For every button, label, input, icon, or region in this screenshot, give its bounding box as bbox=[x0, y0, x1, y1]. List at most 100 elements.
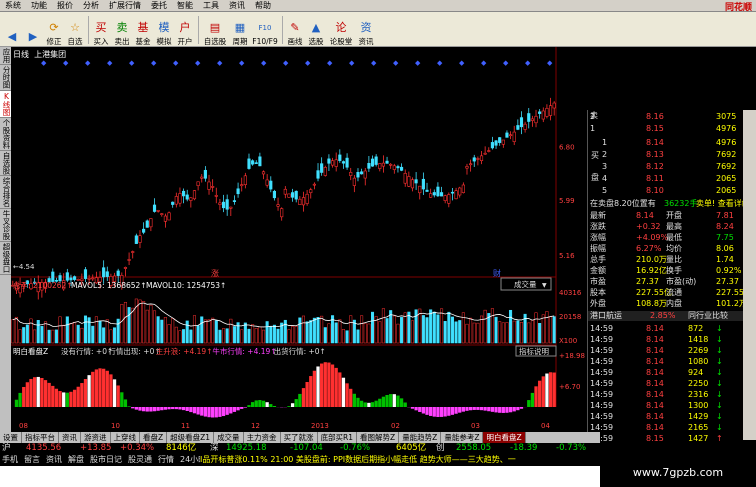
candle-body bbox=[501, 139, 505, 145]
status-item[interactable]: 解盘 bbox=[68, 454, 84, 466]
candle-body bbox=[516, 125, 520, 130]
toolbar-button-account[interactable]: 户开户 bbox=[175, 13, 195, 46]
indicator-tab[interactable]: 底部买R1 bbox=[318, 432, 358, 443]
indicator-tab[interactable]: 明白看盘Z bbox=[483, 432, 526, 443]
status-item[interactable]: 留言 bbox=[24, 454, 40, 466]
volume-bar bbox=[18, 329, 22, 344]
toolbar-button-screener[interactable]: ▲ 选股 bbox=[306, 13, 326, 46]
menu-item[interactable]: 帮助 bbox=[250, 0, 276, 11]
menu-item[interactable]: 分析 bbox=[78, 0, 104, 11]
volume-bar bbox=[247, 328, 251, 344]
news-ticker[interactable]: I品开标普涨0.11% 21:00 美股盘前: PPI数据后期指小幅走低 趋势大… bbox=[200, 454, 620, 466]
toolbar-button-watchlist[interactable]: ▤ 自选股 bbox=[201, 13, 229, 46]
sell-icon: 卖 bbox=[116, 21, 128, 34]
volume-total-label: 总手: 2100262↑ bbox=[13, 280, 73, 290]
menu-item[interactable]: 资讯 bbox=[224, 0, 250, 11]
status-item[interactable]: 资讯 bbox=[46, 454, 62, 466]
indicator-tab[interactable]: 成交量 bbox=[214, 432, 244, 443]
level-price: 8.12 bbox=[646, 162, 664, 171]
candle-body bbox=[381, 162, 385, 167]
forum-icon: 论 bbox=[335, 21, 347, 34]
left-tab[interactable]: 应用 bbox=[0, 47, 11, 65]
menu-item[interactable]: 智能 bbox=[172, 0, 198, 11]
left-tab[interactable]: 牛叉诊股 bbox=[0, 209, 11, 242]
toolbar-button-forum[interactable]: 论论股堂 bbox=[327, 13, 355, 46]
toolbar-button-star[interactable]: ☆ 自选 bbox=[65, 13, 85, 46]
indicator-tab[interactable]: 看盘Z bbox=[140, 432, 168, 443]
status-item[interactable]: 行情 bbox=[158, 454, 174, 466]
index-bar: 沪 4135.56 +13.85 +0.34% 8146亿 深 14925.18… bbox=[0, 443, 756, 454]
status-item[interactable]: 股灵通 bbox=[128, 454, 152, 466]
candle-body bbox=[396, 166, 400, 169]
trade-volume: 1080 bbox=[688, 357, 709, 366]
menu-item[interactable]: 系统 bbox=[0, 0, 26, 11]
buy-level-row: 5 8.10 2065 bbox=[588, 186, 744, 196]
volume-bar bbox=[229, 318, 233, 344]
menu-item[interactable]: 报价 bbox=[52, 0, 78, 11]
indicator-tab[interactable]: 量能趋势Z bbox=[399, 432, 442, 443]
index-cy-pct: -0.73% bbox=[556, 443, 587, 453]
stat-key: 市盈 bbox=[590, 277, 606, 286]
toolbar-button-f10[interactable]: F10 F10/F9 bbox=[251, 13, 279, 46]
left-tab[interactable]: 综合排名 bbox=[0, 176, 11, 209]
stat-key: 总手 bbox=[590, 255, 606, 264]
candle-body bbox=[494, 140, 498, 146]
indicator-tab[interactable]: 资讯 bbox=[59, 432, 81, 443]
volume-bar bbox=[465, 323, 469, 344]
volume-bar bbox=[283, 319, 287, 344]
status-item[interactable]: 股市日记 bbox=[90, 454, 122, 466]
left-tab[interactable]: K线图 bbox=[0, 90, 11, 118]
toolbar-button-refresh[interactable]: ⟳ 修正 bbox=[44, 13, 64, 46]
volume-bar bbox=[120, 304, 124, 344]
left-tab[interactable]: 超级盘口 bbox=[0, 242, 11, 275]
signal-diamond: ◆ bbox=[85, 59, 91, 67]
x-tick-label: 11 bbox=[181, 422, 190, 430]
signal-diamond: ◆ bbox=[525, 59, 531, 67]
volume-bar bbox=[440, 308, 444, 344]
side-scrollbar[interactable] bbox=[743, 110, 756, 440]
menu-item[interactable]: 工具 bbox=[198, 0, 224, 11]
indicator-tab[interactable]: 指标平台 bbox=[22, 432, 59, 443]
menu-item[interactable]: 委托 bbox=[146, 0, 172, 11]
toolbar-button-buy[interactable]: 买买入 bbox=[91, 13, 111, 46]
toolbar-button-news[interactable]: 资资讯 bbox=[356, 13, 376, 46]
candle-body bbox=[439, 192, 444, 197]
toolbar-label: 开户 bbox=[177, 37, 193, 46]
left-tab[interactable]: 个股资料 bbox=[0, 118, 11, 151]
toolbar-button-draw[interactable]: ✎ 画线 bbox=[285, 13, 305, 46]
big-order-link[interactable]: 卖单! 查看详细 bbox=[696, 199, 750, 209]
candle-body bbox=[545, 108, 549, 117]
volume-bar bbox=[414, 309, 418, 344]
left-tab[interactable]: 分时图 bbox=[0, 65, 11, 91]
signal-diamond: ◆ bbox=[151, 59, 157, 67]
price-tick-label: 5.16 bbox=[559, 252, 575, 260]
kline-chart[interactable]: ◆ ◆ ◆ ◆ ◆ ◆ ◆ ◆ ◆ ◆ ◆ ◆ ◆ ◆ ◆ ◆ ◆ ◆ ◆ ◆ ◆ ◆ ◆ ◆ 6.80 5.99 5.16 ←4.5… bbox=[11, 47, 587, 432]
indicator-tab[interactable]: 上穿线 bbox=[111, 432, 140, 443]
event-marker[interactable]: 财 bbox=[493, 268, 501, 278]
candle-body bbox=[152, 204, 157, 212]
toolbar-button-back[interactable]: ◀ bbox=[2, 13, 22, 46]
menu-item[interactable]: 功能 bbox=[26, 0, 52, 11]
toolbar-button-simulate[interactable]: 模模拟 bbox=[154, 13, 174, 46]
indicator-tab[interactable]: 看图解势Z bbox=[357, 432, 400, 443]
toolbar-button-forward[interactable]: ▶ bbox=[23, 13, 43, 46]
industry-compare-link[interactable]: 同行业比较 bbox=[688, 311, 728, 321]
candle-body bbox=[505, 132, 509, 138]
indicator-tab[interactable]: 买了就涨 bbox=[281, 432, 318, 443]
event-marker[interactable]: 涨 bbox=[211, 268, 219, 278]
volume-bar bbox=[312, 317, 316, 344]
volume-bar bbox=[400, 317, 404, 344]
indicator-tab[interactable]: 超级看盘Z1 bbox=[167, 432, 215, 443]
indicator-tab[interactable]: 量能参考Z bbox=[441, 432, 484, 443]
indicator-tab[interactable]: 游资进 bbox=[81, 432, 111, 443]
toolbar-label: F10/F9 bbox=[252, 37, 278, 46]
indicator-tab[interactable]: 主力资金 bbox=[244, 432, 281, 443]
toolbar-button-period[interactable]: ▦ 周期 bbox=[230, 13, 250, 46]
status-item[interactable]: 手机 bbox=[2, 454, 18, 466]
toolbar-button-sell[interactable]: 卖卖出 bbox=[112, 13, 132, 46]
toolbar-button-fund[interactable]: 基基金 bbox=[133, 13, 153, 46]
indicator-tab[interactable]: 设置 bbox=[0, 432, 22, 443]
menu-item[interactable]: 扩展行情 bbox=[104, 0, 146, 11]
left-tab[interactable]: 自选股 bbox=[0, 151, 11, 176]
kline-chart-area[interactable]: ◆ ◆ ◆ ◆ ◆ ◆ ◆ ◆ ◆ ◆ ◆ ◆ ◆ ◆ ◆ ◆ ◆ ◆ ◆ ◆ ◆ ◆ ◆ ◆ 6.80 5.99 5.16 ←4.5… bbox=[11, 47, 587, 432]
